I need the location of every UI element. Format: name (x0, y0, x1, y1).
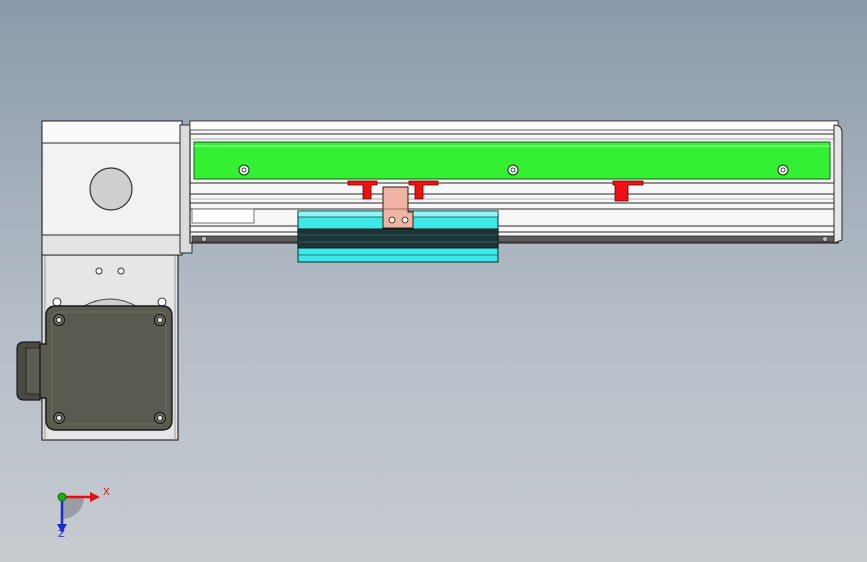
plate-hole (117, 267, 125, 275)
plate-hole (157, 297, 167, 307)
bracket-screw (401, 216, 409, 224)
plate-hole (95, 267, 103, 275)
plate-hole (52, 297, 62, 307)
green-guide-strip[interactable] (193, 141, 831, 180)
motor-screw (154, 412, 166, 424)
orientation-triad[interactable] (57, 492, 100, 533)
x-axis-label: X (103, 487, 110, 498)
guide-screw (777, 164, 789, 176)
y-axis-dot (57, 492, 67, 502)
guide-screw (507, 164, 519, 176)
motor-body[interactable] (16, 305, 173, 431)
guide-screw (238, 164, 250, 176)
gearbox-housing[interactable] (41, 120, 193, 256)
z-axis-label: Z (58, 529, 65, 540)
copper-bracket[interactable] (382, 186, 414, 229)
rail-profile[interactable] (189, 120, 843, 244)
cad-model-view[interactable] (0, 0, 867, 562)
motor-screw (53, 412, 65, 424)
motor-screw (154, 314, 166, 326)
cad-viewport[interactable]: X Z (0, 0, 867, 562)
motor-screw (53, 314, 65, 326)
bracket-screw (388, 216, 396, 224)
shaft-bore (89, 167, 133, 211)
x-axis-arrowhead (90, 492, 100, 502)
